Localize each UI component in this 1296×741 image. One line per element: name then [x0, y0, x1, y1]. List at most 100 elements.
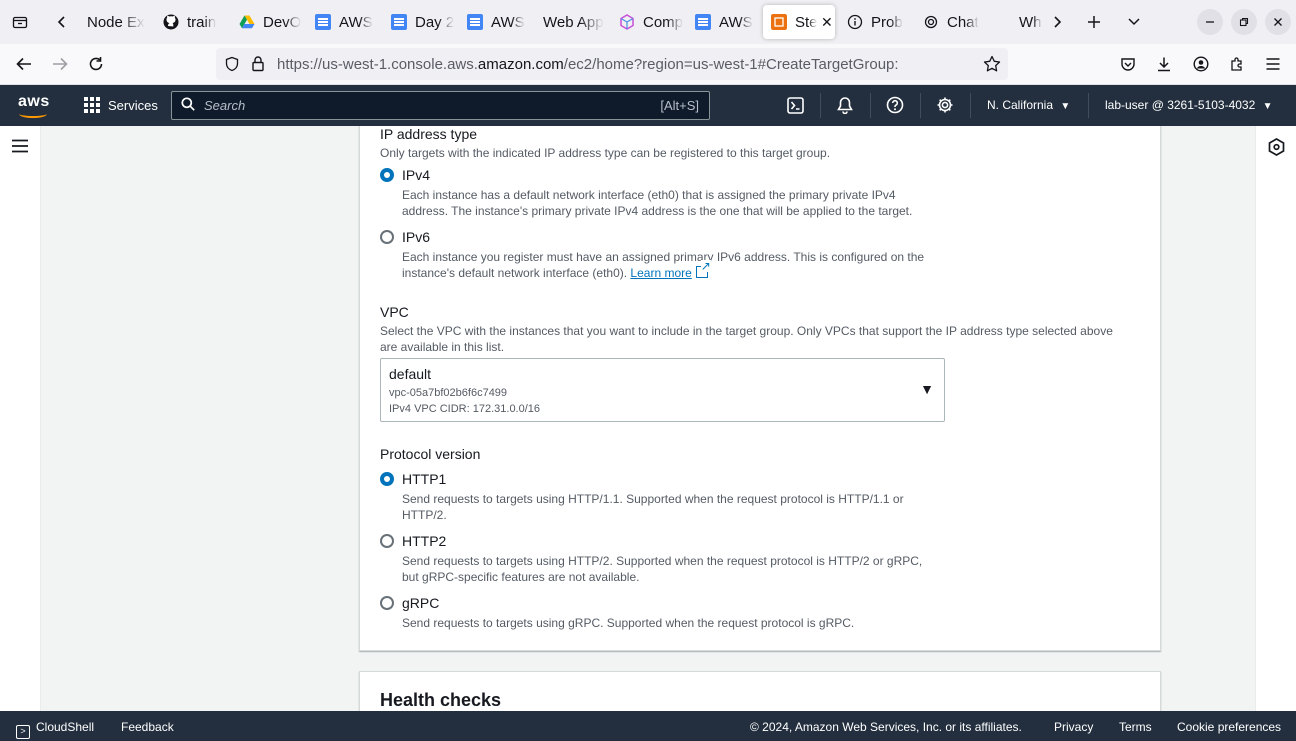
address-bar[interactable]: https://us-west-1.console.aws.amazon.com… [216, 48, 1008, 80]
ipv6-label[interactable]: IPv6 [402, 229, 430, 245]
vpc-selected-cidr: IPv4 VPC CIDR: 172.31.0.0/16 [389, 403, 541, 415]
restore-window-icon[interactable] [1231, 9, 1257, 35]
side-nav-menu-icon[interactable] [11, 139, 29, 158]
tab-label: Ste [795, 13, 817, 31]
protocol-version-label: Protocol version [380, 446, 481, 462]
terms-link[interactable]: Terms [1119, 720, 1152, 734]
cube-icon [620, 14, 634, 30]
aws-console-header: aws Services Search [Alt+S] N. Californi… [0, 85, 1296, 126]
divider [970, 93, 971, 118]
search-placeholder: Search [204, 98, 246, 113]
tab-label: Day 2 [415, 13, 455, 31]
notifications-bell-icon[interactable] [835, 95, 855, 115]
account-label: lab-user @ 3261-5103-4032 [1105, 98, 1256, 112]
hamburger-menu-icon[interactable] [1259, 50, 1287, 78]
account-menu[interactable]: lab-user @ 3261-5103-4032 ▼ [1105, 98, 1273, 112]
tab-overview-icon[interactable] [6, 8, 34, 36]
reload-icon[interactable] [82, 50, 110, 78]
browser-tab[interactable]: Day 2 [383, 5, 455, 39]
browser-tab-strip: Node Ex train DevO AWS Day 2 AWS Web App… [0, 0, 1296, 44]
downloads-icon[interactable] [1150, 50, 1178, 78]
tab-scroll-left-icon[interactable] [48, 8, 76, 36]
divider [920, 93, 921, 118]
http1-radio[interactable] [380, 472, 394, 486]
github-icon [163, 14, 179, 30]
grpc-radio[interactable] [380, 596, 394, 610]
aws-logo[interactable]: aws [18, 93, 50, 119]
cloudshell-icon: > [16, 725, 30, 739]
browser-tab[interactable]: DevO [231, 5, 303, 39]
browser-tab[interactable]: Chat [915, 5, 987, 39]
privacy-link[interactable]: Privacy [1054, 720, 1093, 734]
tab-label: DevO [263, 13, 302, 31]
http2-label[interactable]: HTTP2 [402, 533, 446, 549]
settings-gear-icon[interactable] [935, 95, 955, 115]
http1-label[interactable]: HTTP1 [402, 471, 446, 487]
http2-description-line2: but gRPC-specific features are not avail… [402, 570, 640, 584]
region-selector[interactable]: N. California ▼ [987, 98, 1070, 112]
pocket-icon[interactable] [1114, 50, 1142, 78]
ip-address-type-description: Only targets with the indicated IP addre… [380, 146, 831, 160]
cloudshell-icon[interactable] [785, 95, 805, 115]
browser-tab[interactable]: AWS [687, 5, 759, 39]
browser-tab[interactable]: AWS [307, 5, 379, 39]
help-icon[interactable] [885, 95, 905, 115]
search-icon [181, 96, 195, 115]
extensions-icon[interactable] [1223, 50, 1251, 78]
search-input[interactable]: Search [Alt+S] [171, 91, 710, 120]
browser-tab[interactable]: Comp [611, 5, 683, 39]
ipv4-label[interactable]: IPv4 [402, 167, 430, 183]
tab-scroll-right-icon[interactable] [1043, 8, 1071, 36]
http1-description-line2: HTTP/2. [402, 508, 447, 522]
learn-more-link[interactable]: Learn more [630, 266, 691, 280]
grid-icon [84, 97, 100, 113]
region-label: N. California [987, 98, 1054, 112]
http2-radio[interactable] [380, 534, 394, 548]
grpc-label[interactable]: gRPC [402, 595, 439, 611]
browser-tab[interactable]: Node Ex [79, 5, 149, 39]
aws-smile-icon [19, 110, 47, 118]
divider [820, 93, 821, 118]
new-tab-icon[interactable] [1080, 8, 1108, 36]
http1-description-line1: Send requests to targets using HTTP/1.1.… [402, 492, 904, 506]
tab-label: Node Ex [87, 13, 145, 31]
account-icon[interactable] [1187, 50, 1215, 78]
vpc-selected-name: default [389, 366, 432, 382]
browser-tab[interactable]: Prob [839, 5, 911, 39]
external-link-icon[interactable] [695, 260, 711, 278]
tab-label: AWS [339, 13, 373, 31]
ip-address-type-label: IP address type [380, 126, 478, 142]
main-content: IP address type Only targets with the in… [41, 126, 1255, 711]
lock-icon[interactable] [251, 55, 265, 77]
browser-tab[interactable]: AWS [459, 5, 531, 39]
feedback-link[interactable]: Feedback [121, 720, 174, 734]
services-menu-button[interactable]: Services [84, 97, 158, 113]
tab-label: train [187, 13, 217, 31]
close-window-icon[interactable] [1265, 9, 1291, 35]
tab-label: Comp [643, 13, 683, 31]
close-tab-icon[interactable]: ✕ [821, 14, 833, 31]
list-all-tabs-icon[interactable] [1120, 8, 1148, 36]
bookmark-star-icon[interactable] [983, 55, 1001, 78]
caret-down-icon: ▼ [920, 381, 934, 397]
forward-icon[interactable] [46, 50, 74, 78]
browser-tab-active[interactable]: Ste ✕ [763, 5, 835, 39]
google-docs-icon [391, 14, 407, 30]
side-navigation-rail [0, 126, 41, 711]
vpc-select[interactable]: default vpc-05a7bf02b6f6c7499 IPv4 VPC C… [380, 358, 945, 422]
browser-tab[interactable]: Wh [1011, 5, 1047, 39]
back-icon[interactable] [10, 50, 38, 78]
minimize-window-icon[interactable] [1197, 9, 1223, 35]
tracking-protection-icon[interactable] [224, 56, 240, 77]
browser-tab[interactable]: Web App [535, 5, 605, 39]
cookie-preferences-link[interactable]: Cookie preferences [1177, 720, 1281, 734]
ipv6-radio[interactable] [380, 230, 394, 244]
browser-tab[interactable]: train [155, 5, 227, 39]
ipv4-description-line1: Each instance has a default network inte… [402, 188, 896, 202]
divider [1088, 93, 1089, 118]
ipv4-radio[interactable] [380, 168, 394, 182]
tab-label: Chat [947, 13, 979, 31]
search-shortcut-hint: [Alt+S] [660, 98, 699, 113]
info-panel-icon[interactable] [1268, 138, 1285, 161]
cloudshell-button[interactable]: > CloudShell [16, 720, 94, 739]
